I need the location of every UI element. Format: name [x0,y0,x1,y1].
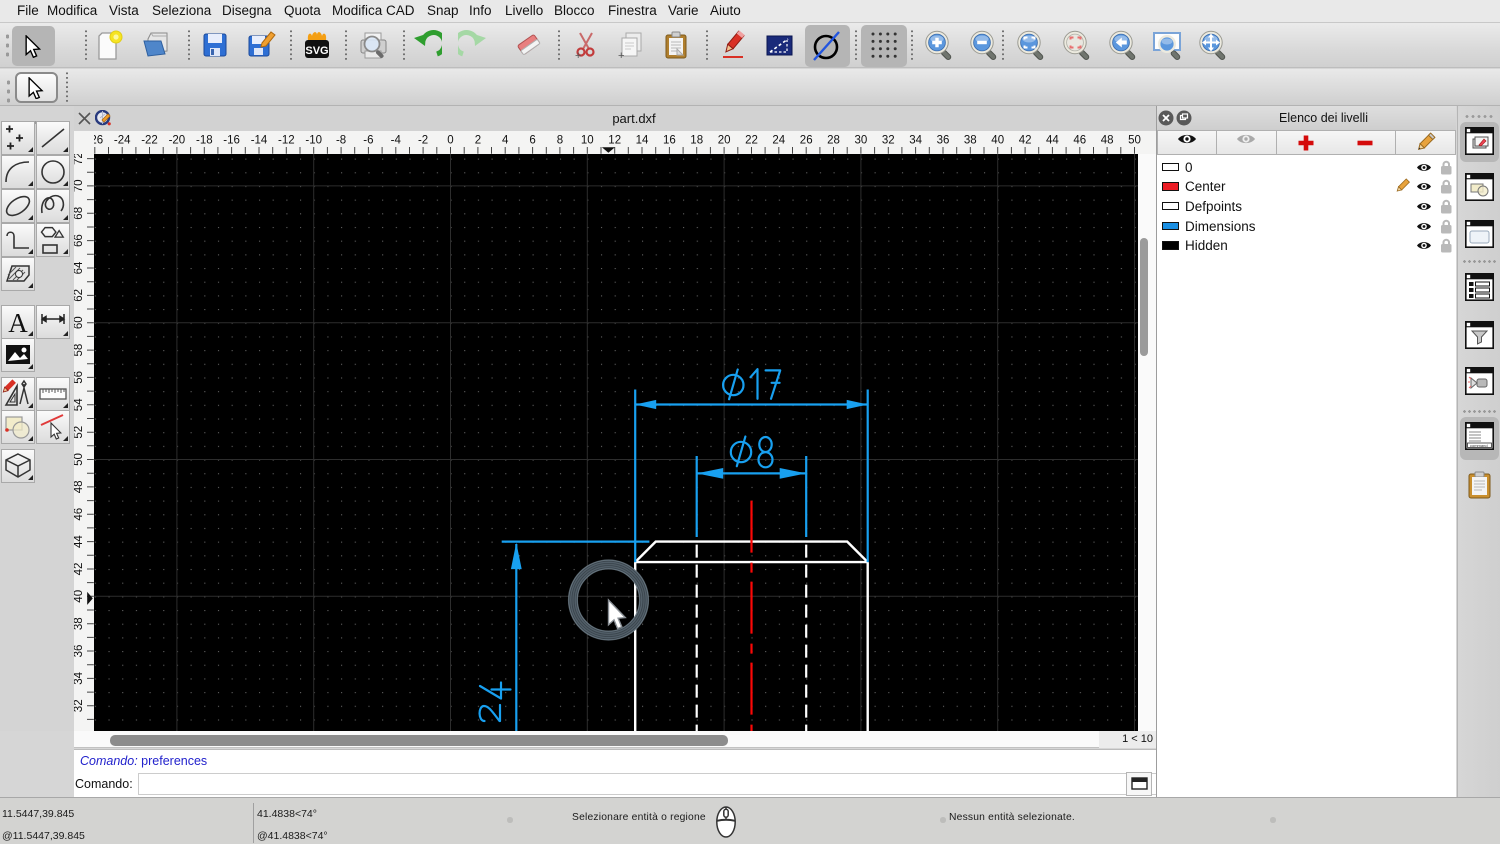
svg-text:58: 58 [74,344,85,357]
svg-text:28: 28 [827,135,840,147]
svg-text:66: 66 [74,234,85,247]
svg-text:12: 12 [608,135,621,147]
svg-text:50: 50 [1128,135,1141,147]
svg-text:32: 32 [74,699,85,712]
svg-text:32: 32 [882,135,895,147]
svg-text:60: 60 [74,316,85,329]
svg-text:14: 14 [636,135,649,147]
svg-text:36: 36 [74,645,85,658]
svg-text:2: 2 [475,135,481,147]
svg-text:34: 34 [74,671,85,684]
svg-text:38: 38 [964,135,977,147]
svg-text:36: 36 [937,135,950,147]
svg-text:44: 44 [74,535,85,548]
svg-text:-24: -24 [114,135,131,147]
svg-text:4: 4 [502,135,509,147]
svg-text:10: 10 [581,135,594,147]
svg-text:SVG: SVG [305,45,328,57]
svg-text:48: 48 [74,481,85,494]
svg-text:50: 50 [74,453,85,466]
svg-text:-4: -4 [391,135,402,147]
svg-text:16: 16 [663,135,676,147]
svg-text:-12: -12 [278,135,295,147]
svg-text:-20: -20 [169,135,186,147]
svg-text:6: 6 [529,135,535,147]
svg-text:56: 56 [74,371,85,384]
svg-text:40: 40 [74,590,85,603]
svg-text:72: 72 [74,154,85,165]
svg-text:A: A [8,308,28,338]
svg-text:-8: -8 [336,135,346,147]
svg-text:70: 70 [74,180,85,193]
svg-text:48: 48 [1101,135,1114,147]
svg-text:30: 30 [855,135,868,147]
svg-text:-16: -16 [223,135,240,147]
svg-text:40: 40 [991,135,1004,147]
svg-text:-10: -10 [305,135,322,147]
svg-text:22: 22 [745,135,758,147]
svg-text:42: 42 [74,563,85,576]
svg-text:34: 34 [909,135,922,147]
svg-text:+: + [618,50,624,62]
svg-text:46: 46 [74,508,85,521]
svg-text:+: + [575,50,581,62]
svg-text:command: command [1470,443,1488,448]
svg-text:24: 24 [772,135,785,147]
svg-text:-22: -22 [141,135,158,147]
svg-text:64: 64 [74,261,85,274]
svg-text:18: 18 [690,135,703,147]
svg-text:62: 62 [74,289,85,302]
svg-text:46: 46 [1073,135,1086,147]
svg-text:-2: -2 [418,135,428,147]
svg-text:26: 26 [800,135,813,147]
svg-text:54: 54 [74,398,85,411]
svg-text:8: 8 [557,135,563,147]
svg-text:20: 20 [718,135,731,147]
svg-text:-18: -18 [196,135,213,147]
svg-text:52: 52 [74,426,85,439]
svg-text:68: 68 [74,207,85,220]
svg-text:42: 42 [1019,135,1032,147]
svg-text:44: 44 [1046,135,1059,147]
svg-text:-14: -14 [251,135,268,147]
svg-text:-6: -6 [363,135,373,147]
svg-text:38: 38 [74,617,85,630]
svg-text:0: 0 [447,135,453,147]
